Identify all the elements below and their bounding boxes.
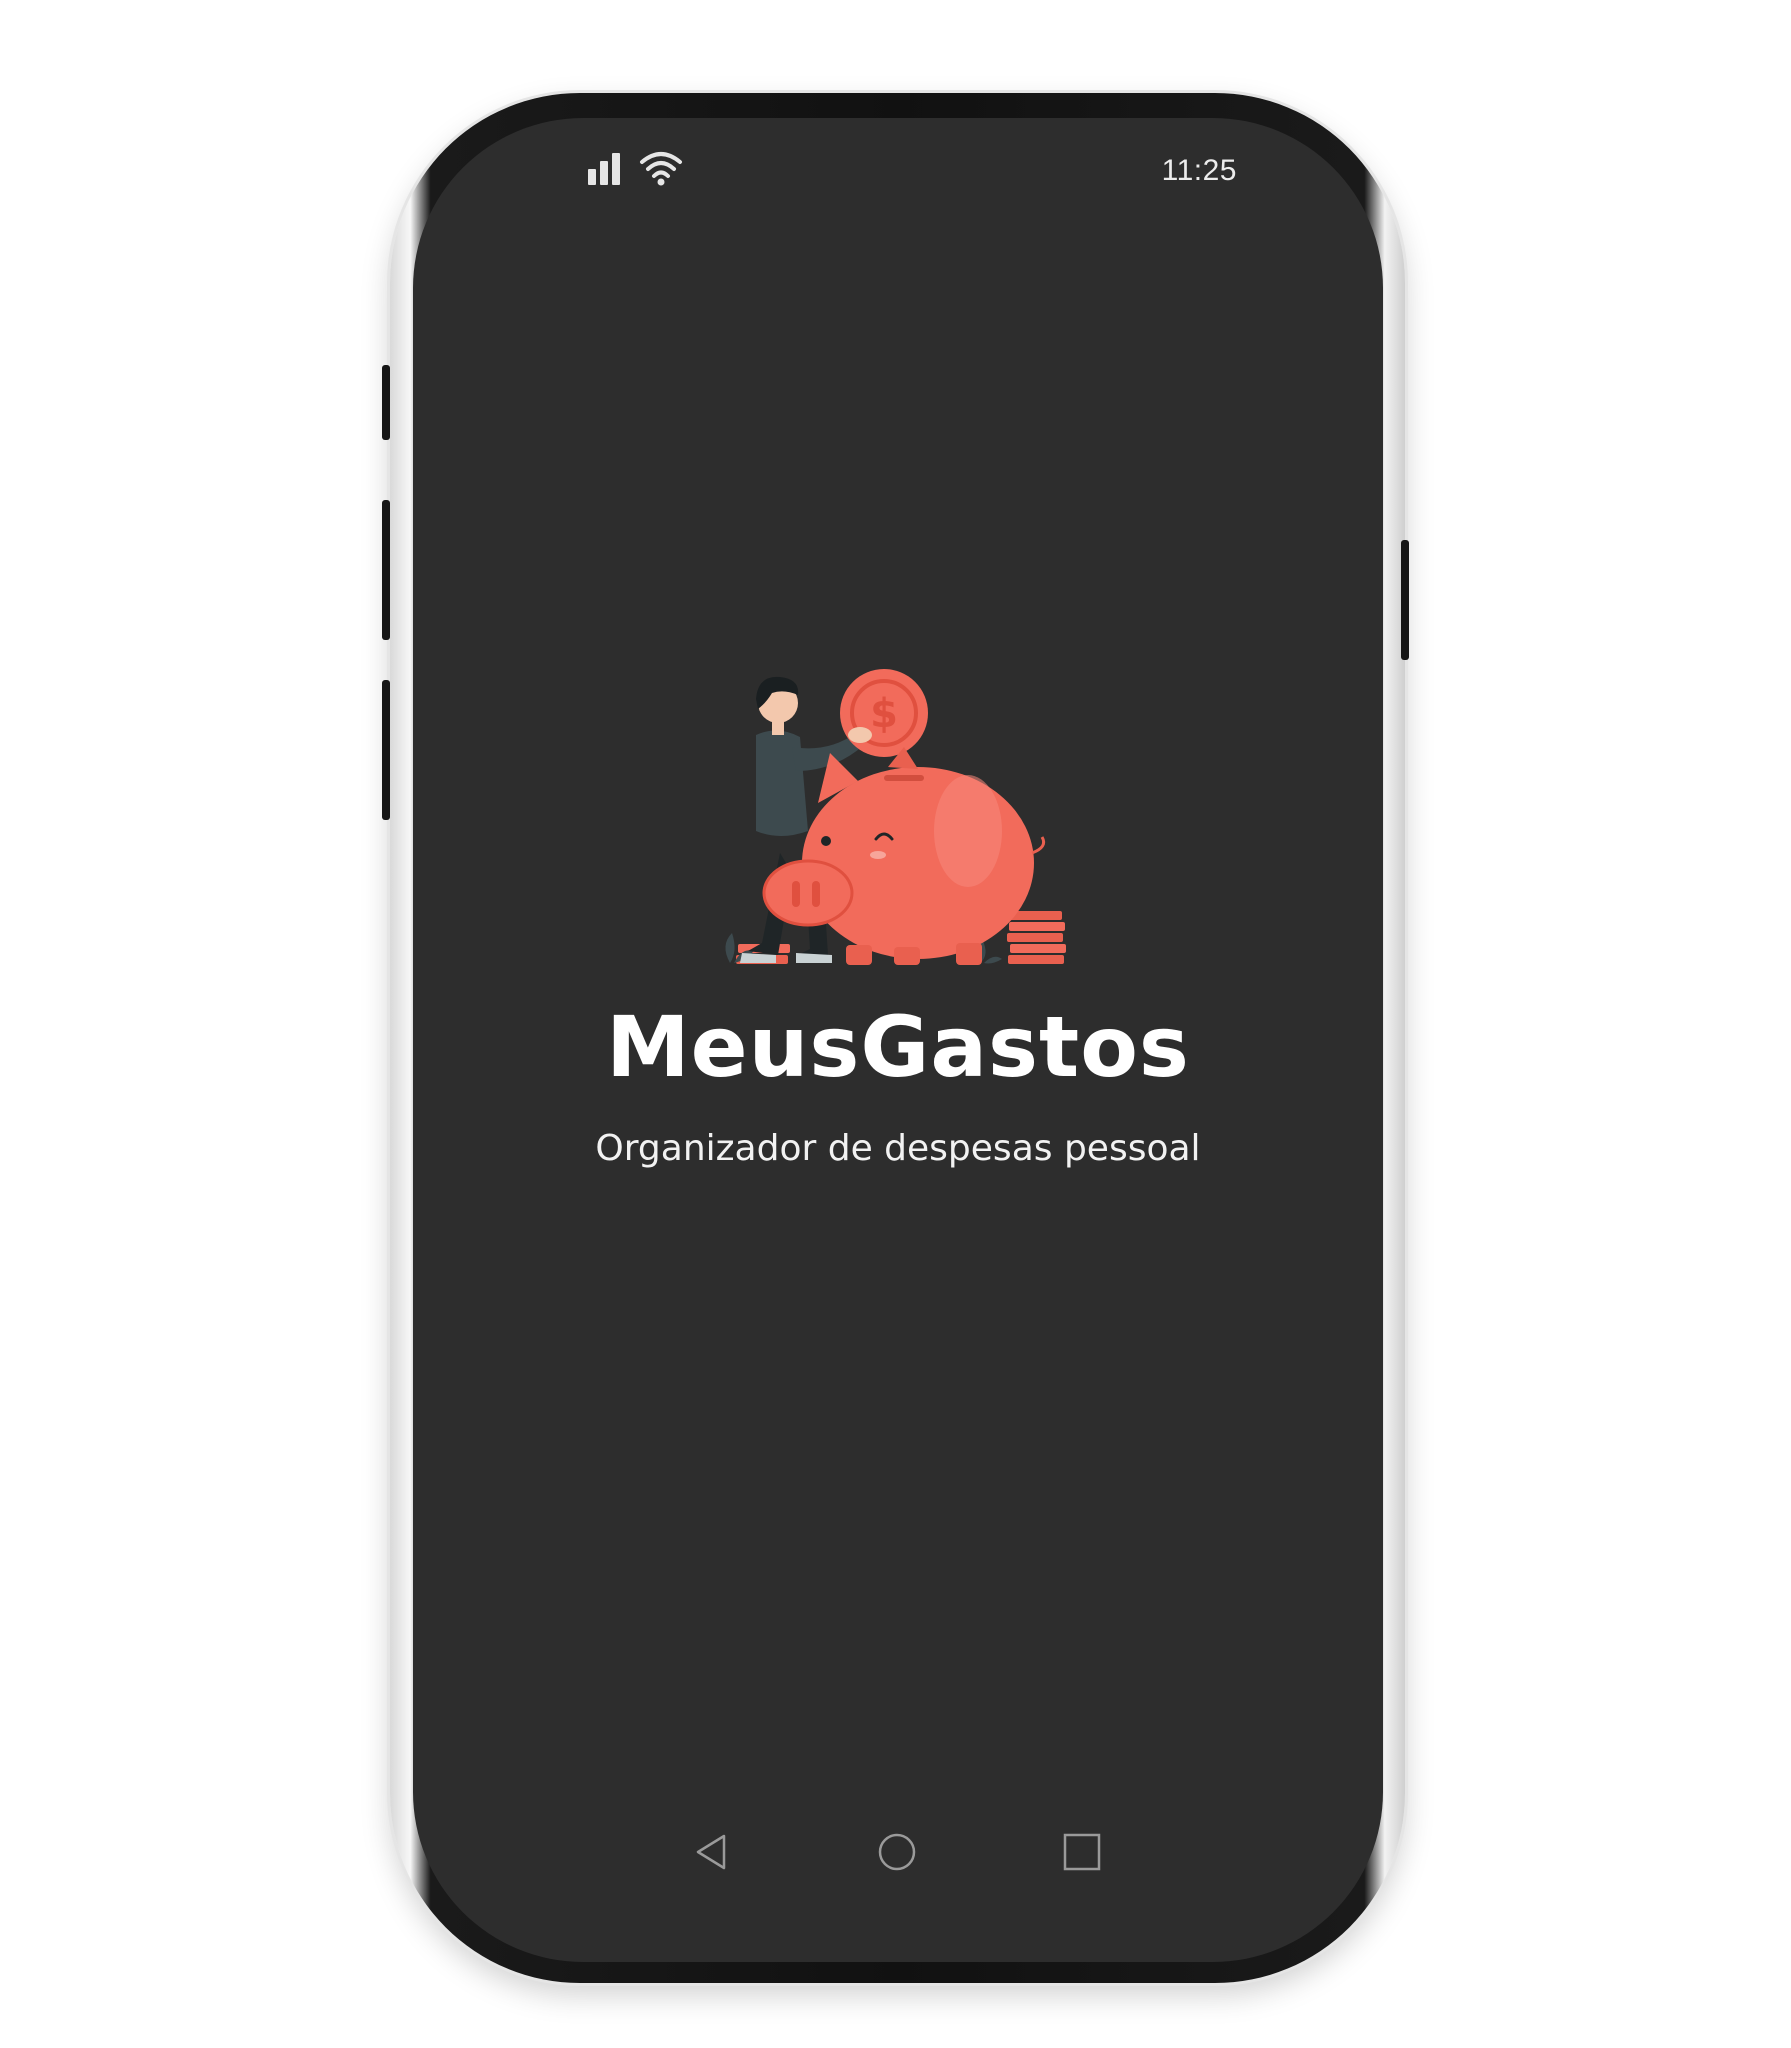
coin: $ (840, 669, 928, 757)
app-subtitle: Organizador de despesas pessoal (595, 1128, 1201, 1169)
side-button-top (382, 365, 390, 440)
svg-text:$: $ (870, 691, 898, 737)
signal-icon (588, 153, 620, 185)
home-icon[interactable] (875, 1830, 919, 1874)
phone-screen: 11:25 $ MeusGastos Organizador de despes… (413, 118, 1383, 1962)
status-bar: 11:25 (413, 118, 1383, 228)
wifi-icon (640, 152, 682, 186)
piggy-bank (762, 747, 1046, 965)
side-button-power (1401, 540, 1409, 660)
coin-stack-right (1006, 911, 1066, 964)
status-clock: 11:25 (1161, 154, 1237, 187)
piggy-bank-illustration: $ (725, 669, 1066, 965)
app-title: MeusGastos (606, 998, 1190, 1096)
recents-icon[interactable] (1060, 1830, 1104, 1874)
side-button-volume-down (382, 680, 390, 820)
side-button-volume-up (382, 500, 390, 640)
back-icon[interactable] (690, 1830, 734, 1874)
system-nav-bar (413, 1818, 1383, 1888)
